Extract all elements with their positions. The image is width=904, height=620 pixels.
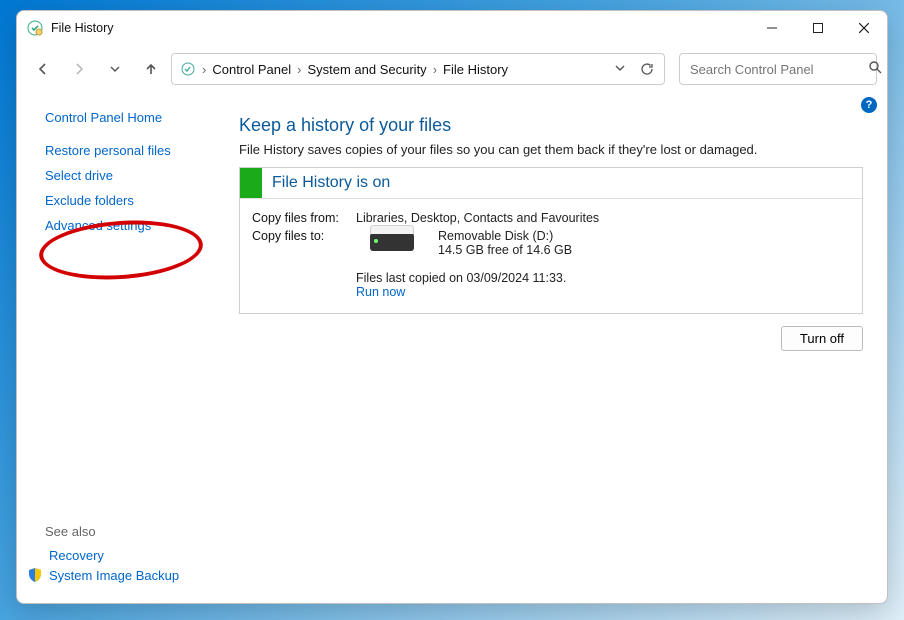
turn-off-button[interactable]: Turn off xyxy=(781,326,863,351)
close-button[interactable] xyxy=(841,13,887,43)
shield-icon xyxy=(27,567,43,583)
breadcrumb-icon xyxy=(180,61,196,77)
panel-body: Copy files from: Libraries, Desktop, Con… xyxy=(240,199,862,313)
help-button[interactable]: ? xyxy=(861,97,877,113)
run-now-link[interactable]: Run now xyxy=(356,285,405,299)
window: File History › Control Panel › System an… xyxy=(16,10,888,604)
drive-space: 14.5 GB free of 14.6 GB xyxy=(438,243,572,257)
sidebar: Control Panel Home Restore personal file… xyxy=(17,93,235,603)
body: ? Control Panel Home Restore personal fi… xyxy=(17,93,887,603)
blank-icon xyxy=(27,547,43,563)
last-copied-text: Files last copied on 03/09/2024 11:33. xyxy=(356,271,566,285)
minimize-button[interactable] xyxy=(749,13,795,43)
main-content: Keep a history of your files File Histor… xyxy=(235,93,887,603)
chevron-right-icon: › xyxy=(295,62,303,77)
page-subtext: File History saves copies of your files … xyxy=(239,142,863,157)
seealso-system-image-link[interactable]: System Image Backup xyxy=(49,568,179,583)
chevron-right-icon: › xyxy=(431,62,439,77)
nav-up-button[interactable] xyxy=(135,53,167,85)
nav-recent-button[interactable] xyxy=(99,53,131,85)
breadcrumb-item[interactable]: Control Panel xyxy=(212,62,291,77)
status-indicator-icon xyxy=(240,168,262,198)
chevron-right-icon: › xyxy=(200,62,208,77)
drive-name: Removable Disk (D:) xyxy=(438,229,572,243)
page-heading: Keep a history of your files xyxy=(239,115,863,136)
seealso-recovery-link[interactable]: Recovery xyxy=(49,548,104,563)
window-title: File History xyxy=(51,21,114,35)
sidebar-link-advanced[interactable]: Advanced settings xyxy=(45,218,151,233)
copy-to-label: Copy files to: xyxy=(252,229,356,243)
see-also-section: See also Recovery System Image Backup xyxy=(45,524,225,587)
drive-icon xyxy=(370,233,414,251)
search-input[interactable] xyxy=(688,61,868,78)
breadcrumb-item[interactable]: System and Security xyxy=(307,62,426,77)
sidebar-link-exclude[interactable]: Exclude folders xyxy=(45,193,134,208)
status-panel-header: File History is on xyxy=(240,168,862,199)
breadcrumb-item[interactable]: File History xyxy=(443,62,508,77)
maximize-button[interactable] xyxy=(795,13,841,43)
sidebar-link-restore[interactable]: Restore personal files xyxy=(45,143,171,158)
copy-from-value: Libraries, Desktop, Contacts and Favouri… xyxy=(356,211,599,225)
refresh-button[interactable] xyxy=(638,60,656,78)
breadcrumb-dropdown[interactable] xyxy=(612,62,628,77)
navbar: › Control Panel › System and Security › … xyxy=(17,45,887,93)
see-also-heading: See also xyxy=(45,524,225,539)
sidebar-link-select-drive[interactable]: Select drive xyxy=(45,168,113,183)
app-icon xyxy=(27,20,43,36)
nav-forward-button[interactable] xyxy=(63,53,95,85)
titlebar: File History xyxy=(17,11,887,45)
status-panel: File History is on Copy files from: Libr… xyxy=(239,167,863,314)
control-panel-home-link[interactable]: Control Panel Home xyxy=(45,110,162,125)
nav-back-button[interactable] xyxy=(27,53,59,85)
status-title: File History is on xyxy=(272,174,390,192)
copy-from-label: Copy files from: xyxy=(252,211,356,225)
search-box[interactable] xyxy=(679,53,877,85)
search-icon xyxy=(868,60,882,79)
breadcrumb[interactable]: › Control Panel › System and Security › … xyxy=(171,53,665,85)
